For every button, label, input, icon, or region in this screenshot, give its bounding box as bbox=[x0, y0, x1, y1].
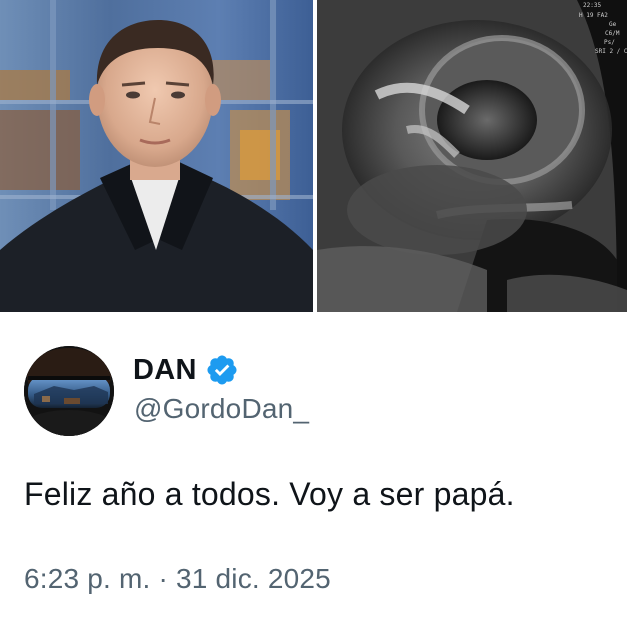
avatar[interactable] bbox=[24, 346, 114, 436]
author-handle[interactable]: @GordoDan_ bbox=[134, 393, 309, 425]
tweet-timestamp[interactable]: 6:23 p. m. · 31 dic. 2025 bbox=[24, 563, 331, 595]
portrait-photo[interactable] bbox=[0, 0, 313, 312]
author-name-row: DAN bbox=[133, 352, 239, 388]
svg-text:SRI 2 / C: SRI 2 / C bbox=[595, 48, 627, 55]
display-name[interactable]: DAN bbox=[133, 354, 197, 387]
portrait-photo-graphic bbox=[0, 0, 313, 312]
svg-text:C6/M: C6/M bbox=[605, 30, 620, 37]
verified-badge-icon bbox=[207, 355, 237, 385]
avatar-image bbox=[24, 346, 114, 436]
media-grid: 22:35 H 19 FA2 Ge C6/M Ps/ SRI 2 / C bbox=[0, 0, 627, 312]
ultrasound-graphic: 22:35 H 19 FA2 Ge C6/M Ps/ SRI 2 / C bbox=[317, 0, 627, 312]
svg-text:Ge: Ge bbox=[609, 21, 617, 28]
ultrasound-image[interactable]: 22:35 H 19 FA2 Ge C6/M Ps/ SRI 2 / C bbox=[317, 0, 627, 312]
svg-text:22:35: 22:35 bbox=[583, 2, 601, 9]
svg-text:H 19 FA2: H 19 FA2 bbox=[579, 12, 608, 19]
tweet-card: 22:35 H 19 FA2 Ge C6/M Ps/ SRI 2 / C DAN… bbox=[0, 0, 627, 633]
svg-text:Ps/: Ps/ bbox=[604, 39, 615, 46]
tweet-text: Feliz año a todos. Voy a ser papá. bbox=[24, 476, 515, 512]
